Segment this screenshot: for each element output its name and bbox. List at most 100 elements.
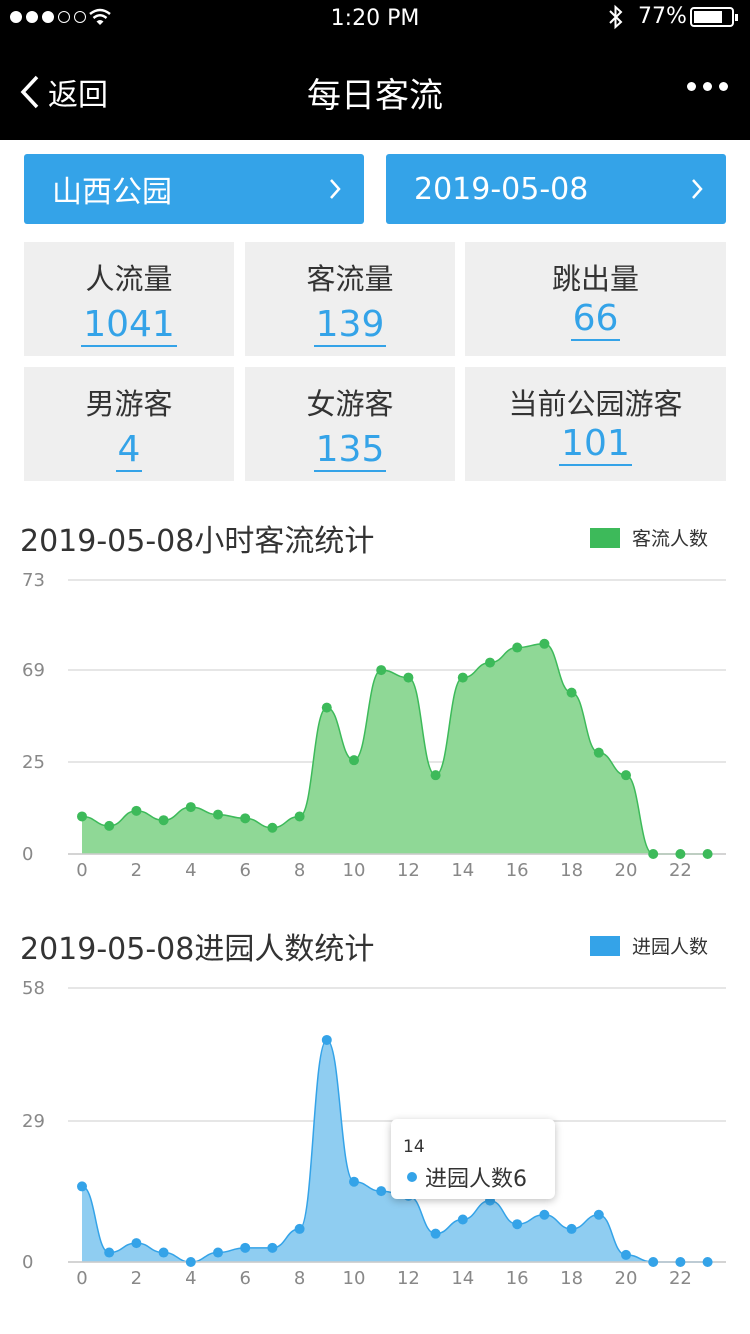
stat-card-bounce[interactable]: 跳出量 66	[465, 242, 726, 356]
stat-value[interactable]: 4	[115, 429, 143, 472]
data-point[interactable]	[648, 849, 659, 859]
stat-label: 客流量	[306, 262, 394, 296]
x-tick-label: 14	[451, 1268, 474, 1289]
park-selector-button[interactable]: 山西公园	[24, 154, 364, 224]
data-point[interactable]	[675, 849, 686, 859]
x-tick-label: 4	[185, 860, 196, 881]
data-point[interactable]	[457, 1214, 468, 1225]
x-tick-label: 12	[397, 1268, 420, 1289]
data-point[interactable]	[539, 638, 550, 649]
data-point[interactable]	[512, 1219, 523, 1230]
data-point[interactable]	[675, 1257, 686, 1267]
data-point[interactable]	[539, 1209, 550, 1220]
data-point[interactable]	[512, 642, 523, 653]
x-tick-label: 10	[343, 860, 366, 881]
stat-label: 人流量	[85, 262, 173, 296]
data-point[interactable]	[621, 1249, 631, 1260]
data-point[interactable]	[376, 665, 387, 676]
series-area	[82, 643, 708, 854]
chevron-right-icon	[692, 179, 703, 199]
navigation-bar: 返回 每日客流	[0, 36, 750, 140]
stat-card-male-visitors[interactable]: 男游客 4	[24, 367, 234, 481]
data-point[interactable]	[158, 1247, 169, 1258]
x-tick-label: 6	[239, 1268, 250, 1289]
tooltip-value: 6	[513, 1167, 528, 1192]
data-point[interactable]	[104, 820, 115, 831]
stat-card-people-flow[interactable]: 人流量 1041	[24, 242, 234, 356]
data-point[interactable]	[240, 813, 251, 824]
data-point[interactable]	[185, 802, 196, 813]
data-point[interactable]	[430, 1228, 441, 1239]
data-point[interactable]	[131, 805, 142, 816]
page-title: 每日客流	[307, 76, 443, 116]
data-point[interactable]	[104, 1247, 115, 1258]
data-point[interactable]	[566, 1223, 577, 1234]
stat-value[interactable]: 1041	[81, 304, 177, 347]
data-point[interactable]	[621, 770, 631, 781]
stat-card-current-visitors[interactable]: 当前公园游客 101	[465, 367, 726, 481]
data-point[interactable]	[240, 1242, 251, 1253]
data-point[interactable]	[267, 1242, 278, 1253]
y-tick-label: 0	[22, 1252, 33, 1273]
data-point[interactable]	[566, 687, 577, 698]
data-point[interactable]	[131, 1238, 142, 1249]
park-selector-label: 山西公园	[52, 175, 172, 210]
stat-label: 男游客	[85, 387, 173, 421]
stat-card-female-visitors[interactable]: 女游客 135	[245, 367, 455, 481]
x-tick-label: 16	[506, 1268, 529, 1289]
stat-value[interactable]: 101	[559, 423, 632, 466]
data-point[interactable]	[77, 811, 87, 822]
y-tick-label: 73	[22, 570, 45, 591]
data-point[interactable]	[457, 672, 468, 683]
legend-label: 进园人数	[631, 936, 708, 958]
data-point[interactable]	[430, 770, 441, 781]
data-point[interactable]	[158, 815, 169, 826]
data-point[interactable]	[593, 1209, 604, 1220]
x-tick-label: 8	[294, 860, 305, 881]
data-point[interactable]	[702, 1257, 713, 1267]
x-tick-label: 22	[669, 1268, 692, 1289]
battery-icon	[690, 7, 738, 27]
x-tick-label: 2	[131, 1268, 142, 1289]
data-point[interactable]	[376, 1186, 387, 1197]
data-point[interactable]	[648, 1257, 659, 1267]
data-point[interactable]	[185, 1257, 196, 1267]
data-point[interactable]	[267, 822, 278, 833]
data-point[interactable]	[702, 849, 713, 859]
data-point[interactable]	[213, 1247, 223, 1258]
chart-title-entries: 2019-05-08进园人数统计	[20, 932, 375, 967]
data-point[interactable]	[294, 1223, 305, 1234]
legend-entries[interactable]: 进园人数	[589, 932, 708, 959]
y-tick-label: 58	[22, 978, 45, 999]
stat-label: 当前公园游客	[508, 387, 683, 421]
x-tick-label: 12	[397, 860, 420, 881]
park-entries-chart[interactable]: 0 29 58 0 2 4 6 8 10 12 14 16 18 20 22	[0, 970, 750, 1300]
x-tick-label: 10	[343, 1268, 366, 1289]
data-point[interactable]	[349, 1176, 359, 1187]
date-selector-button[interactable]: 2019-05-08	[386, 154, 726, 224]
data-point[interactable]	[485, 657, 495, 668]
data-point[interactable]	[213, 809, 223, 820]
stat-value[interactable]: 139	[313, 304, 387, 347]
more-menu-icon[interactable]	[687, 82, 728, 91]
stat-value[interactable]: 66	[570, 298, 621, 341]
y-tick-label: 25	[22, 752, 45, 773]
x-tick-label: 18	[560, 860, 583, 881]
data-point[interactable]	[294, 811, 305, 822]
x-tick-label: 6	[239, 860, 250, 881]
data-point[interactable]	[593, 747, 604, 758]
y-tick-label: 69	[22, 660, 45, 681]
hourly-flow-chart[interactable]: 0 25 69 73 0 2 4 6 8 10 12 14 16 18 20 22	[0, 560, 750, 890]
data-point[interactable]	[403, 672, 414, 683]
data-point[interactable]	[321, 1034, 332, 1045]
tooltip-series-name: 进园人数	[425, 1167, 514, 1192]
data-point[interactable]	[77, 1181, 87, 1192]
legend-hourly[interactable]: 客流人数	[589, 524, 708, 551]
data-point[interactable]	[349, 755, 359, 766]
x-tick-label: 20	[615, 1268, 638, 1289]
data-point[interactable]	[321, 702, 332, 713]
x-tick-label: 0	[76, 860, 87, 881]
stat-card-visitor-flow[interactable]: 客流量 139	[245, 242, 455, 356]
stat-value[interactable]: 135	[313, 429, 387, 472]
y-tick-label: 29	[22, 1111, 45, 1132]
